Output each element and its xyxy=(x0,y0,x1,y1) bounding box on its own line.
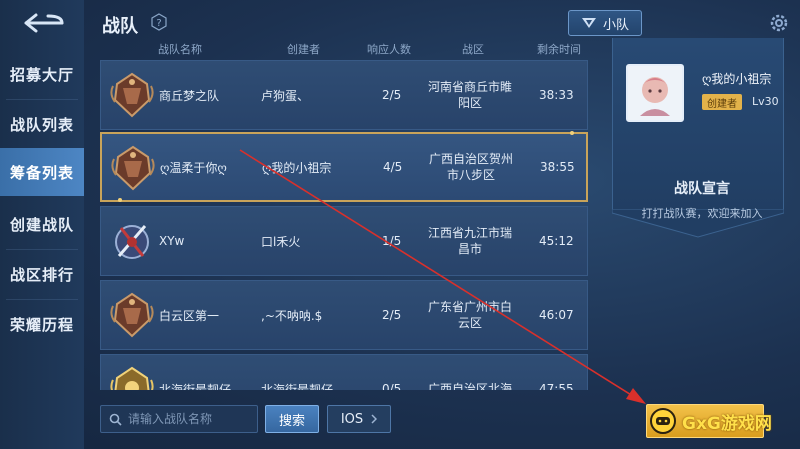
team-creator: 口l禾火 xyxy=(261,234,301,249)
platform-select[interactable]: IOS xyxy=(327,405,391,433)
table-row[interactable]: 商丘梦之队 卢狗蛋、 2/5 河南省商丘市睢 阳区 38:33 xyxy=(100,60,588,130)
team-name: XYw xyxy=(159,234,185,248)
table-row[interactable]: 白云区第一 ,~不呐呐.$ 2/5 广东省广州市白 云区 46:07 xyxy=(100,280,588,350)
team-zone-line1: 广西自治区贺州 xyxy=(428,152,513,166)
sidebar-item-glory-history[interactable]: 荣耀历程 xyxy=(0,300,84,348)
search-button[interactable]: 搜索 xyxy=(265,405,319,433)
sidebar-item-label: 战队列表 xyxy=(9,115,74,134)
team-time-left: 38:33 xyxy=(539,88,574,102)
declaration-text: 打打战队赛，欢迎来加入 xyxy=(641,207,763,220)
creator-badge: 创建者 xyxy=(702,94,742,110)
team-creator: ღ我的小祖宗 xyxy=(262,160,332,175)
team-name: 商丘梦之队 xyxy=(159,88,220,103)
team-responses: 2/5 xyxy=(382,88,402,102)
bronze-winged-emblem-icon xyxy=(110,143,156,193)
gold-winged-emblem-icon xyxy=(109,364,155,390)
team-zone: 广西自治区贺州 市八步区 xyxy=(424,134,518,200)
back-arrow-icon xyxy=(24,13,64,33)
sidebar-item-label: 荣耀历程 xyxy=(9,315,74,334)
column-header-responses: 响应人数 xyxy=(367,43,411,56)
team-creator: 北海街最靓仔 xyxy=(261,382,334,391)
team-zone: 广东省广州市白 云区 xyxy=(423,281,517,349)
settings-gear-icon[interactable] xyxy=(768,12,790,34)
team-zone-line2: 云区 xyxy=(457,316,482,330)
team-name: 北海街最靓仔 xyxy=(159,382,232,391)
sidebar: 招募大厅 战队列表 筹备列表 创建战队 战区排行 荣耀历程 xyxy=(0,0,84,449)
column-header-zone: 战区 xyxy=(462,43,484,56)
team-time-left: 38:55 xyxy=(540,160,575,174)
search-icon xyxy=(109,413,122,426)
table-row[interactable]: ღ温柔于你ღ ღ我的小祖宗 4/5 广西自治区贺州 市八步区 38:55 xyxy=(100,131,588,202)
column-header-team-name: 战队名称 xyxy=(158,43,202,56)
svg-text:?: ? xyxy=(156,18,161,29)
owner-name: ღ我的小祖宗 xyxy=(702,72,772,86)
team-creator: 卢狗蛋、 xyxy=(261,88,310,103)
team-creator: ,~不呐呐.$ xyxy=(261,308,323,323)
squad-button-label: 小队 xyxy=(602,17,629,33)
team-responses: 2/5 xyxy=(382,308,402,322)
help-icon[interactable]: ? xyxy=(150,13,168,31)
team-name: ღ温柔于你ღ xyxy=(160,160,227,175)
team-list: 商丘梦之队 卢狗蛋、 2/5 河南省商丘市睢 阳区 38:33 ღ温柔于你ღ ღ… xyxy=(100,60,590,390)
sword-emblem-icon xyxy=(109,216,155,266)
sidebar-item-create-team[interactable]: 创建战队 xyxy=(0,200,84,248)
team-time-left: 47:55 xyxy=(539,382,574,390)
back-button[interactable] xyxy=(22,10,66,36)
corner-sparkle xyxy=(118,198,122,202)
avatar[interactable] xyxy=(626,64,684,122)
gamepad-logo-icon xyxy=(650,408,676,434)
sidebar-item-preparation-list[interactable]: 筹备列表 xyxy=(0,148,84,196)
team-responses: 4/5 xyxy=(383,160,403,174)
sidebar-item-label: 创建战队 xyxy=(9,215,74,234)
team-zone-line2: 阳区 xyxy=(457,96,482,110)
team-zone-line1: 河南省商丘市睢 xyxy=(427,80,512,94)
sidebar-item-label: 筹备列表 xyxy=(9,163,74,182)
squad-button[interactable]: 小队 xyxy=(568,10,642,36)
team-zone-line2: 昌市 xyxy=(457,242,482,256)
table-row[interactable]: 北海街最靓仔 北海街最靓仔 0/5 广西自治区北海 47:55 xyxy=(100,354,588,390)
page-title: 战队 xyxy=(102,16,138,37)
sidebar-item-label: 招募大厅 xyxy=(9,65,74,84)
sidebar-item-label: 战区排行 xyxy=(9,265,74,284)
watermark: GxG游戏网 xyxy=(650,405,790,437)
team-name: 白云区第一 xyxy=(159,308,220,323)
team-zone-line1: 广东省广州市白 xyxy=(427,300,512,314)
search-input[interactable] xyxy=(128,412,248,426)
team-responses: 0/5 xyxy=(382,382,402,390)
owner-level: Lv30 xyxy=(752,95,779,108)
team-responses: 1/5 xyxy=(382,234,402,248)
team-zone: 河南省商丘市睢 阳区 xyxy=(423,61,517,129)
team-zone-line1: 江西省九江市瑞 xyxy=(427,226,512,240)
chevron-right-icon xyxy=(371,414,378,424)
column-header-time-left: 剩余时间 xyxy=(537,43,581,56)
team-zone: 广西自治区北海 xyxy=(423,355,517,390)
bronze-winged-emblem-icon xyxy=(109,70,155,120)
sidebar-item-zone-ranking[interactable]: 战区排行 xyxy=(0,250,84,298)
team-zone-line1: 广西自治区北海 xyxy=(427,382,512,390)
team-time-left: 46:07 xyxy=(539,308,574,322)
search-field xyxy=(100,405,258,433)
platform-select-label: IOS xyxy=(340,411,364,427)
team-zone-line2: 市八步区 xyxy=(446,168,495,182)
declaration-title: 战队宣言 xyxy=(674,181,730,197)
team-time-left: 45:12 xyxy=(539,234,574,248)
squad-icon xyxy=(581,18,596,28)
watermark-text: GxG游戏网 xyxy=(682,413,772,434)
search-button-label: 搜索 xyxy=(278,413,305,429)
table-row[interactable]: XYw 口l禾火 1/5 江西省九江市瑞 昌市 45:12 xyxy=(100,206,588,276)
team-zone: 江西省九江市瑞 昌市 xyxy=(423,207,517,275)
sidebar-item-team-list[interactable]: 战队列表 xyxy=(0,100,84,148)
column-header-creator: 创建者 xyxy=(287,43,320,56)
bronze-winged-emblem-icon xyxy=(109,290,155,340)
sidebar-item-recruit-hall[interactable]: 招募大厅 xyxy=(0,50,84,98)
